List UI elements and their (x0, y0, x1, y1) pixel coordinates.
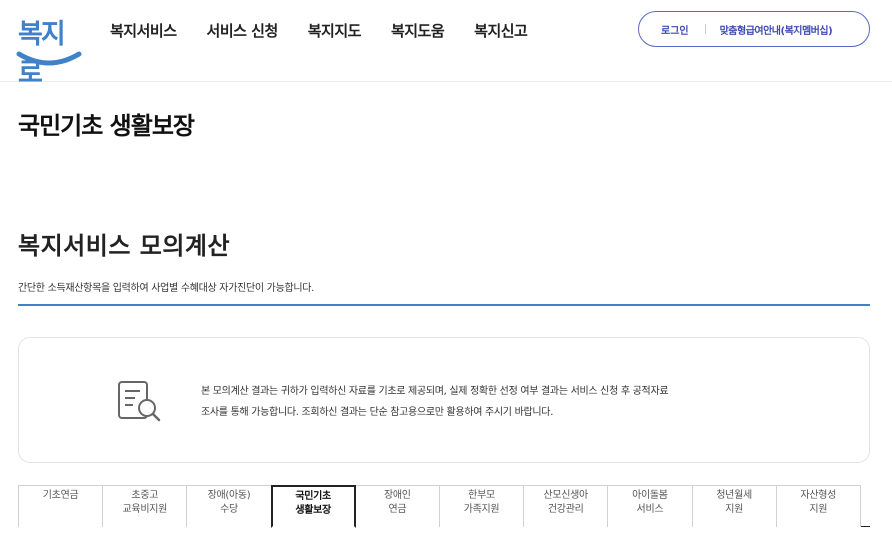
utility-menu: 로그인 맞춤형급여안내(복지멤버십) (638, 11, 870, 47)
tab-youth-rent-support[interactable]: 청년월세 지원 (691, 485, 777, 527)
site-logo[interactable]: 복지로 (14, 10, 84, 89)
notice-line-1: 본 모의계산 결과는 귀하가 입력하신 자료를 기초로 제공되며, 실제 정확한… (201, 386, 669, 397)
tab-single-parent-support[interactable]: 한부모 가족지원 (438, 485, 525, 527)
tab-label: 장애(아동) (207, 490, 251, 501)
tab-label-sub: 연금 (388, 504, 407, 515)
site-header: 복지로 복지서비스 서비스 신청 복지지도 복지도움 복지신고 로그인 맞춤형급… (0, 0, 892, 89)
tab-label: 청년월세 (716, 490, 752, 501)
document-search-icon (118, 381, 161, 422)
tab-disability-child-allowance[interactable]: 장애(아동) 수당 (186, 485, 272, 527)
tab-label-sub: 서비스 (636, 504, 664, 515)
tab-label-sub: 생활보장 (295, 505, 331, 516)
tab-label-sub: 교육비지원 (122, 504, 168, 515)
nav-item-service-apply[interactable]: 서비스 신청 (207, 20, 279, 41)
tab-disability-pension[interactable]: 장애인 연금 (354, 485, 440, 527)
tab-label: 장애인 (383, 490, 411, 501)
tab-childcare-service[interactable]: 아이돌봄 서비스 (607, 485, 693, 527)
tab-education-support[interactable]: 초중고 교육비지원 (102, 485, 188, 527)
notice-text: 본 모의계산 결과는 귀하가 입력하신 자료를 기초로 제공되며, 실제 정확한… (201, 381, 669, 423)
service-tabs: 기초연금 초중고 교육비지원 장애(아동) 수당 국민기초 생활보장 장애인 연… (18, 485, 870, 528)
tab-label-sub: 지원 (725, 504, 743, 515)
notice-box: 본 모의계산 결과는 귀하가 입력하신 자료를 기초로 제공되며, 실제 정확한… (18, 337, 870, 463)
section-title: 복지서비스 모의계산 (18, 232, 231, 260)
nav-item-welfare-help[interactable]: 복지도움 (391, 20, 445, 41)
page-title: 국민기초 생활보장 (18, 112, 195, 140)
util-divider (704, 24, 706, 34)
nav-item-welfare-report[interactable]: 복지신고 (474, 20, 528, 41)
tab-label-sub: 수당 (220, 504, 238, 515)
tab-label: 초중고 (131, 490, 159, 501)
nav-item-welfare-services[interactable]: 복지서비스 (110, 20, 177, 41)
tab-label: 산모신생아 (543, 490, 588, 501)
tab-maternal-newborn-care[interactable]: 산모신생아 건강관리 (523, 485, 609, 527)
tab-label-sub: 건강관리 (547, 504, 584, 515)
section-description: 간단한 소득재산항목을 입력하여 사업별 수혜대상 자가진단이 가능합니다. (18, 283, 315, 294)
tab-label: 자산형성 (800, 490, 837, 501)
tab-label: 국민기초 (295, 491, 331, 502)
notice-line-2: 조사를 통해 가능합니다. 조회하신 결과는 단순 참고용으로만 활용하여 주시… (201, 407, 554, 418)
logo-smile-icon (16, 51, 82, 66)
nav-item-welfare-map[interactable]: 복지지도 (308, 20, 362, 41)
tab-basic-livelihood[interactable]: 국민기초 생활보장 (270, 485, 356, 528)
tab-label-sub: 지원 (809, 504, 828, 515)
membership-info-link[interactable]: 맞춤형급여안내(복지멤버십) (720, 22, 833, 37)
section-divider (18, 304, 870, 306)
tab-label-sub: 가족지원 (463, 504, 500, 515)
tab-label: 한부모 (468, 490, 495, 501)
tab-label: 아이돌봄 (632, 490, 668, 501)
tab-asset-building-support[interactable]: 자산형성 지원 (775, 485, 861, 527)
login-link[interactable]: 로그인 (661, 22, 689, 37)
tab-label: 기초연금 (42, 490, 79, 501)
main-nav: 복지서비스 서비스 신청 복지지도 복지도움 복지신고 (110, 20, 557, 41)
tab-basic-pension[interactable]: 기초연금 (18, 485, 104, 527)
